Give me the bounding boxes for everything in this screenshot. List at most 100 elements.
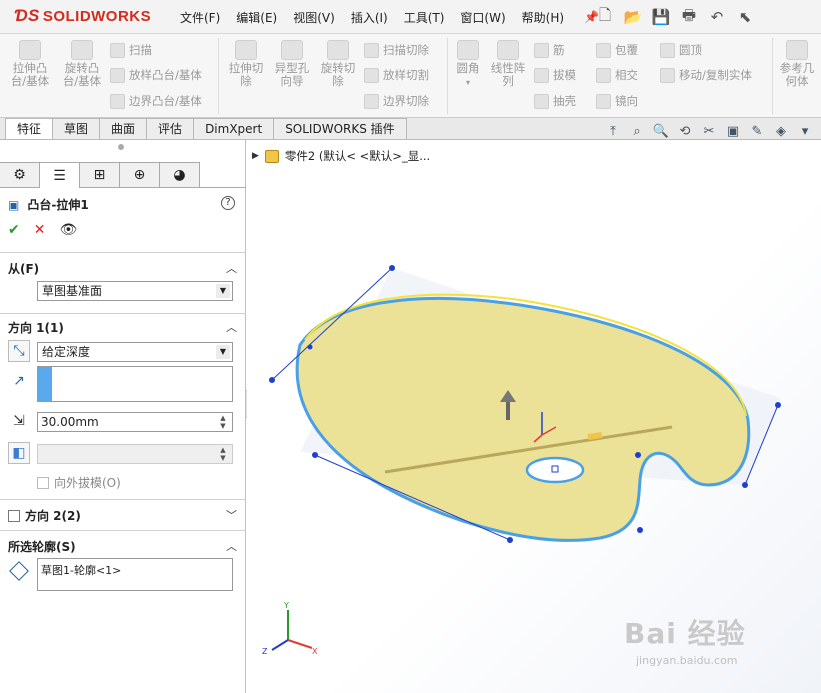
detailed-preview-eye-icon[interactable]: 👁 (59, 222, 77, 238)
chevron-up-icon[interactable]: ︿ (226, 538, 237, 554)
undo-icon[interactable]: ↶ (704, 4, 730, 30)
help-icon[interactable]: ? (221, 196, 235, 210)
extrude-boss-button[interactable]: 拉伸凸台/基体 (6, 40, 54, 88)
fillet-icon (457, 40, 479, 60)
draft-on-off-icon[interactable]: ◧ (8, 442, 30, 464)
rib-icon (534, 42, 549, 58)
view-settings-icon[interactable]: ▾ (795, 122, 815, 140)
tab-surfaces[interactable]: 曲面 (99, 118, 148, 139)
hole-wizard-button[interactable]: 异型孔向导 (272, 40, 312, 88)
wrap-button[interactable]: 包覆 (596, 42, 638, 58)
from-select[interactable]: 草图基准面 ▼ (37, 281, 233, 301)
selected-contours-list[interactable]: 草图1-轮廓<1> (37, 558, 233, 591)
selected-contours-header[interactable]: 所选轮廓(S) (8, 538, 76, 555)
spin-arrows-icon: ▲ ▼ (220, 446, 226, 462)
divider (0, 252, 246, 253)
menu-tools[interactable]: 工具(T) (396, 9, 453, 26)
end-condition-select[interactable]: 给定深度 ▼ (37, 342, 233, 362)
save-icon[interactable]: 💾 (648, 4, 674, 30)
from-section-header[interactable]: 从(F) (8, 260, 39, 277)
feature-manager-tab-icon[interactable]: ⚙ (0, 162, 40, 188)
ok-check-icon[interactable]: ✔ (8, 222, 20, 238)
dome-button[interactable]: 圆顶 (660, 42, 702, 58)
palette-body[interactable] (295, 297, 751, 542)
model-scene: Y X Z (262, 265, 781, 656)
zoom-to-fit-icon[interactable]: ⌕ (627, 122, 647, 140)
boundary-cut-icon (364, 93, 379, 109)
linear-pattern-button[interactable]: 线性阵列 (488, 40, 528, 88)
lofted-cut-button[interactable]: 放样切割 (364, 67, 429, 83)
chevron-down-icon[interactable]: ﹀ (226, 507, 237, 523)
print-icon[interactable]: 🖶 (676, 4, 702, 30)
section-view-icon[interactable]: ✂ (699, 122, 719, 140)
intersect-button[interactable]: 相交 (596, 67, 638, 83)
reference-geometry-icon (786, 40, 808, 60)
menu-file[interactable]: 文件(F) (172, 9, 228, 26)
select-cursor-icon[interactable]: ⬉ (732, 4, 758, 30)
display-style-icon[interactable]: ▣ (723, 122, 743, 140)
chevron-up-icon[interactable]: ︿ (226, 319, 237, 335)
watermark-brand: Bai 经验 (624, 617, 746, 650)
draft-button[interactable]: 拔模 (534, 67, 576, 83)
tab-evaluate[interactable]: 评估 (146, 118, 195, 139)
tab-sketch[interactable]: 草图 (52, 118, 101, 139)
contour-selection-icon (9, 561, 29, 581)
boundary-boss-button[interactable]: 边界凸台/基体 (110, 93, 202, 109)
previous-view-icon[interactable]: ⟲ (675, 122, 695, 140)
fillet-button[interactable]: 圆角 ▾ (452, 40, 484, 89)
triad-y-label: Y (283, 601, 289, 610)
rib-button[interactable]: 筋 (534, 42, 565, 58)
triad-z-label: Z (262, 647, 268, 656)
zoom-area-icon[interactable]: 🔍 (651, 122, 671, 140)
property-manager-tab-icon[interactable]: ☰ (40, 162, 80, 188)
direction-of-extrusion-field[interactable] (37, 366, 233, 402)
edit-appearance-icon[interactable]: ✎ (747, 122, 767, 140)
direction-vector-icon: ↗ (13, 373, 25, 389)
direction1-section-header[interactable]: 方向 1(1) (8, 319, 64, 336)
expand-arrow-icon[interactable]: ▶ (252, 151, 259, 161)
tab-features[interactable]: 特征 (5, 118, 54, 139)
sweep-button[interactable]: 扫描 (110, 42, 152, 58)
view-orientation-icon[interactable]: ⤒ (603, 122, 623, 140)
spin-arrows-icon[interactable]: ▲ ▼ (215, 414, 231, 430)
chevron-down-icon: ▼ (216, 345, 230, 359)
dimxpert-manager-tab-icon[interactable]: ⊕ (120, 162, 160, 188)
revolve-cut-button[interactable]: 旋转切除 (316, 40, 360, 88)
chevron-up-icon[interactable]: ︿ (226, 260, 237, 276)
open-folder-icon[interactable]: 📂 (620, 4, 646, 30)
thumb-hole[interactable] (525, 456, 585, 484)
solidworks-logo[interactable]: ƊS SOLIDWORKS (14, 6, 151, 26)
revolve-boss-button[interactable]: 旋转凸台/基体 (58, 40, 106, 88)
extrude-cut-button[interactable]: 拉伸切除 (224, 40, 268, 88)
scene-icon[interactable]: ◈ (771, 122, 791, 140)
configuration-manager-tab-icon[interactable]: ⊞ (80, 162, 120, 188)
boundary-cut-button[interactable]: 边界切除 (364, 93, 429, 109)
reverse-direction-icon[interactable]: ⤡ (8, 340, 30, 362)
display-manager-tab-icon[interactable]: ◕ (160, 162, 200, 188)
tab-dimxpert[interactable]: DimXpert (193, 118, 275, 139)
shell-button[interactable]: 抽壳 (534, 93, 576, 109)
move-copy-body-button[interactable]: 移动/复制实体 (660, 67, 752, 83)
menu-edit[interactable]: 编辑(E) (228, 9, 285, 26)
reference-geometry-button[interactable]: 参考几何体 (776, 40, 818, 88)
feature-tree-flyout[interactable]: ▶ 零件2 (默认< <默认>_显... (252, 148, 430, 164)
panel-collapse-handle[interactable] (118, 144, 124, 150)
ribbon-separator (218, 38, 219, 114)
tab-addins[interactable]: SOLIDWORKS 插件 (273, 118, 407, 139)
menu-insert[interactable]: 插入(I) (343, 9, 396, 26)
draft-outward-checkbox[interactable]: 向外拔模(O) (37, 474, 121, 491)
draft-angle-input[interactable]: ▲ ▼ (37, 444, 233, 464)
direction2-checkbox[interactable]: 方向 2(2) (8, 507, 81, 524)
cancel-x-icon[interactable]: ✕ (34, 222, 46, 238)
menu-window[interactable]: 窗口(W) (452, 9, 513, 26)
depth-input[interactable]: 30.00mm ▲ ▼ (37, 412, 233, 432)
hole-wizard-icon (281, 40, 303, 60)
mirror-button[interactable]: 镜向 (596, 93, 638, 109)
menu-view[interactable]: 视图(V) (285, 9, 343, 26)
feature-title: ▣ 凸台-拉伸1 (8, 197, 89, 213)
graphics-area[interactable]: Y X Z (247, 140, 821, 693)
swept-cut-button[interactable]: 扫描切除 (364, 42, 429, 58)
new-document-icon[interactable]: 🗋 (592, 4, 618, 30)
menu-help[interactable]: 帮助(H) (514, 9, 572, 26)
loft-button[interactable]: 放样凸台/基体 (110, 67, 202, 83)
